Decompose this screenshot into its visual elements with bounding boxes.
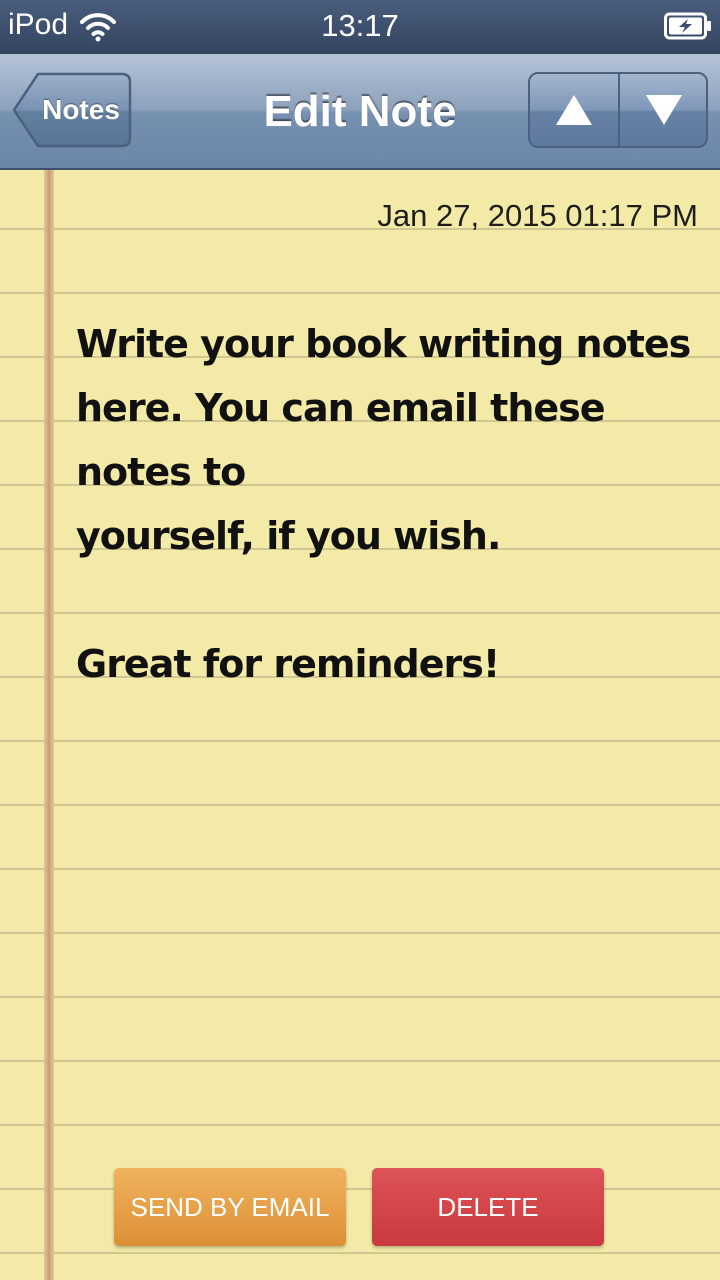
margin-line [44, 170, 54, 1280]
navigation-bar: Notes Edit Note [0, 54, 720, 170]
back-button-label: Notes [42, 94, 120, 125]
status-bar: iPod 13:17 [0, 0, 720, 54]
delete-button[interactable]: DELETE [372, 1168, 604, 1246]
next-note-button[interactable] [620, 74, 706, 146]
send-by-email-button[interactable]: SEND BY EMAIL [114, 1168, 346, 1246]
arrow-up-icon [556, 95, 592, 125]
battery-charging-icon [664, 12, 711, 40]
back-button[interactable]: Notes [12, 72, 132, 148]
note-navigation-control [528, 72, 708, 148]
note-paper: Jan 27, 2015 01:17 PM Write your book wr… [0, 170, 720, 1280]
previous-note-button[interactable] [530, 74, 620, 146]
page-title: Edit Note [263, 87, 457, 136]
arrow-down-icon [646, 95, 682, 125]
status-time: 13:17 [321, 8, 399, 43]
note-text-area[interactable]: Write your book writing notes here. You … [76, 312, 706, 696]
note-date: Jan 27, 2015 01:17 PM [377, 198, 698, 233]
